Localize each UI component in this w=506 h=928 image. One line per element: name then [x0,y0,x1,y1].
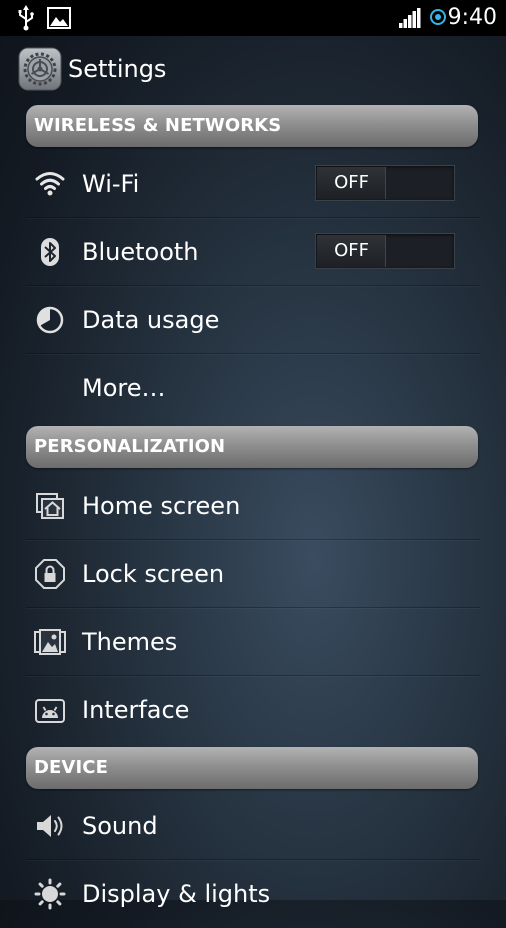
data-sync-icon [430,9,446,25]
settings-item-label: Sound [82,812,158,840]
section-header-wireless: WIRELESS & NETWORKS [26,105,478,147]
section-header-personalization: PERSONALIZATION [26,426,478,468]
bluetooth-toggle[interactable]: OFF [315,233,455,269]
android-icon [35,699,65,723]
settings-item-interface[interactable]: Interface [0,676,506,744]
section-header-device: DEVICE [26,747,478,789]
settings-item-label: Lock screen [82,560,225,588]
brightness-icon [34,878,66,910]
image-notification-icon [47,7,71,29]
toggle-knob: OFF [317,167,386,199]
settings-item-bluetooth[interactable]: Bluetooth OFF [0,218,506,286]
page-title: Settings [68,55,167,83]
toggle-knob: OFF [317,235,386,267]
bluetooth-icon [41,238,59,266]
signal-icon [399,8,421,28]
data-usage-icon [36,306,64,334]
wifi-icon [35,172,65,196]
lock-icon [35,559,65,589]
settings-item-home-screen[interactable]: Home screen [0,472,506,540]
settings-gear-icon[interactable] [18,47,62,91]
settings-item-themes[interactable]: Themes [0,608,506,676]
section-title: WIRELESS & NETWORKS [34,115,282,136]
toggle-state: OFF [334,172,369,193]
settings-item-more[interactable]: More… [0,354,506,422]
settings-item-label: More… [82,374,166,402]
toggle-state: OFF [334,240,369,261]
home-screen-icon [36,493,64,519]
speaker-icon [37,815,63,837]
usb-icon [18,5,34,31]
themes-icon [34,629,66,655]
wifi-toggle[interactable]: OFF [315,165,455,201]
settings-item-label: Interface [82,696,190,724]
settings-item-lock-screen[interactable]: Lock screen [0,540,506,608]
settings-item-data-usage[interactable]: Data usage [0,286,506,354]
settings-item-label: Bluetooth [82,238,199,266]
settings-item-label: Data usage [82,306,220,334]
section-title: PERSONALIZATION [34,436,226,457]
settings-item-wifi[interactable]: Wi-Fi OFF [0,150,506,218]
settings-item-label: Wi-Fi [82,170,140,198]
settings-item-sound[interactable]: Sound [0,792,506,860]
settings-item-label: Themes [82,628,178,656]
status-bar: 9:40 [0,0,506,36]
settings-item-label: Display & lights [82,880,271,908]
section-title: DEVICE [34,757,108,778]
settings-item-display[interactable]: Display & lights [0,860,506,928]
status-time: 9:40 [447,5,497,30]
settings-item-label: Home screen [82,492,241,520]
action-bar: Settings [0,36,506,104]
